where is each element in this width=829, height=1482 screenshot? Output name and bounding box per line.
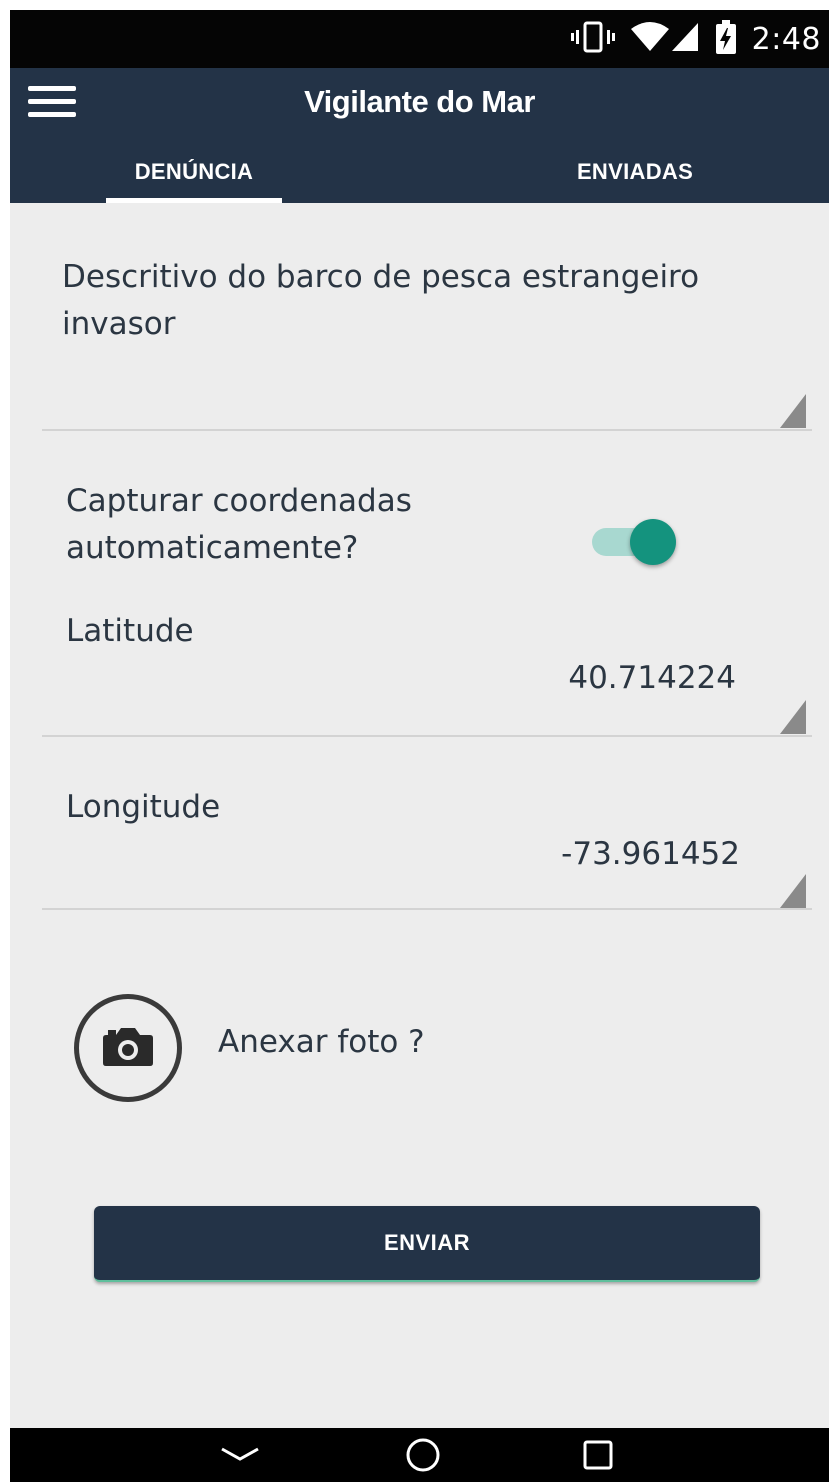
app-bar: Vigilante do Mar (10, 68, 829, 140)
tab-denuncia[interactable]: DENÚNCIA (106, 140, 282, 203)
app-title: Vigilante do Mar (304, 84, 535, 119)
wifi-icon (630, 21, 670, 58)
description-field[interactable]: Descritivo do barco de pesca estrangeiro… (62, 254, 782, 348)
tab-indicator (106, 198, 282, 203)
navigation-bar (10, 1428, 829, 1482)
back-icon[interactable] (200, 1428, 280, 1482)
longitude-resize-handle[interactable] (780, 874, 806, 908)
tab-enviadas[interactable]: ENVIADAS (540, 140, 730, 203)
auto-coordinates-toggle[interactable] (588, 515, 684, 567)
description-underline (42, 429, 812, 431)
recents-icon[interactable] (558, 1428, 638, 1482)
camera-icon (102, 1025, 154, 1072)
status-icons: 2:48 (570, 10, 821, 68)
longitude-underline (42, 908, 812, 910)
send-button[interactable]: ENVIAR (94, 1206, 760, 1282)
vibrate-icon (570, 19, 616, 60)
latitude-input[interactable]: 40.714224 (410, 660, 736, 696)
longitude-label: Longitude (66, 789, 221, 825)
toggle-thumb (630, 519, 676, 565)
status-time: 2:48 (751, 21, 821, 57)
attach-photo-button[interactable] (74, 994, 182, 1102)
status-bar: 2:48 (10, 10, 829, 68)
latitude-resize-handle[interactable] (780, 700, 806, 734)
longitude-input[interactable]: -73.961452 (410, 836, 740, 872)
signal-icon (670, 21, 700, 58)
home-icon[interactable] (383, 1428, 463, 1482)
description-resize-handle[interactable] (780, 394, 806, 428)
latitude-label: Latitude (66, 613, 194, 649)
battery-icon (714, 19, 738, 60)
latitude-underline (42, 735, 812, 737)
tab-bar: DENÚNCIA ENVIADAS (10, 140, 829, 203)
attach-photo-label[interactable]: Anexar foto ? (218, 1024, 425, 1060)
auto-coordinates-label: Capturar coordenadas automaticamente? (66, 483, 412, 566)
app-screen: 2:48 Vigilante do Mar DENÚNCIA ENVIADAS … (10, 10, 829, 1482)
